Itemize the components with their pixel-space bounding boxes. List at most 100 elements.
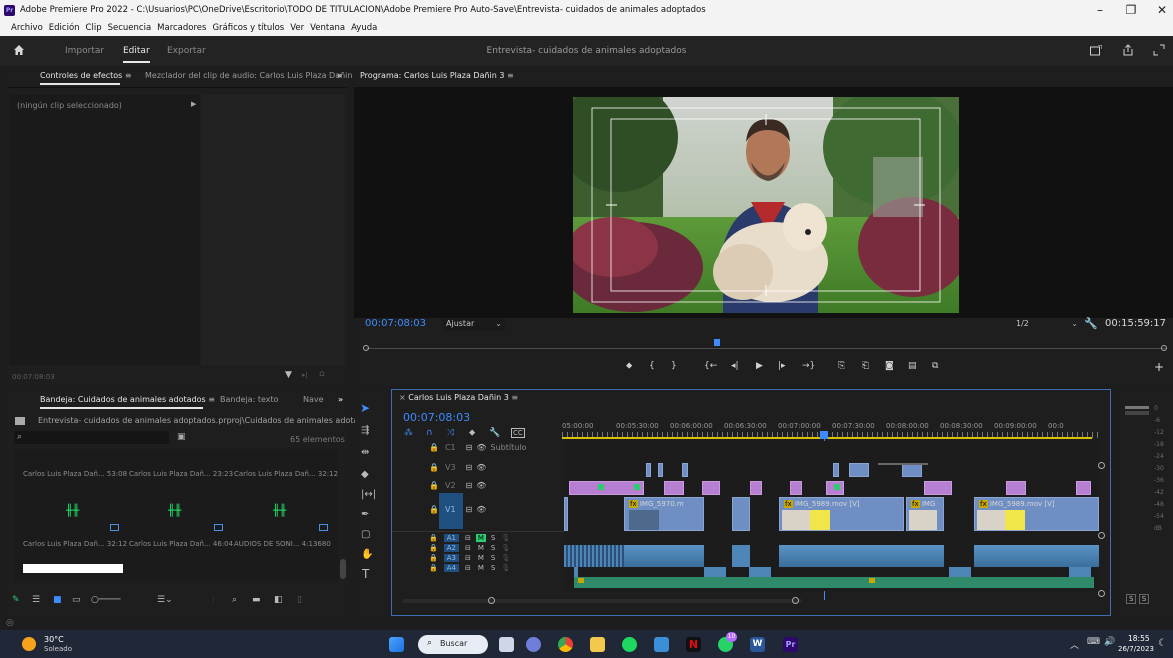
bin-item[interactable]: Carlos Luis Plaza Dañ... 23:23 — [129, 470, 233, 478]
menu-item-7[interactable]: Ventana — [310, 23, 345, 33]
notifications-icon[interactable]: ☾ — [1158, 638, 1167, 649]
program-scrubber[interactable] — [366, 348, 1166, 349]
icon-view-icon[interactable]: ■ — [53, 595, 62, 605]
solo-button[interactable]: S — [491, 564, 495, 572]
add-marker-tl-icon[interactable]: ⬥ — [469, 428, 475, 438]
panel-overflow-icon[interactable]: » — [337, 71, 342, 80]
menu-item-8[interactable]: Ayuda — [351, 23, 377, 33]
menu-item-0[interactable]: Archivo — [11, 23, 43, 33]
v-scroll-handle[interactable] — [1098, 462, 1105, 469]
track-header-a1[interactable]: 🔒 A1 ⊟ M S 🎙 — [429, 534, 510, 542]
mute-button[interactable]: M — [476, 554, 486, 562]
lock-icon[interactable]: 🔒 — [429, 554, 438, 562]
volume-icon[interactable]: 🔊 — [1104, 637, 1115, 647]
spotify-icon[interactable] — [622, 637, 637, 652]
premiere-taskbar-icon[interactable]: Pr — [783, 637, 798, 652]
bin-scrollbar[interactable] — [340, 559, 346, 579]
task-view-icon[interactable] — [499, 637, 514, 652]
mic-icon[interactable]: 🎙 — [501, 564, 510, 572]
menu-item-5[interactable]: Gráficos y títulos — [212, 23, 284, 33]
tracks-area[interactable]: fx IMG_5970.m fx IMG_5989.mov [V] fx IMG… — [564, 441, 1099, 591]
project-search-input[interactable]: ⌕ — [14, 431, 169, 444]
track-header-a3[interactable]: 🔒 A3 ⊟ M S 🎙 — [429, 554, 510, 562]
wrench-icon[interactable]: 🔧 — [1084, 317, 1098, 330]
clock-time[interactable]: 18:55 — [1128, 634, 1150, 643]
lock-icon[interactable]: 🔒 — [429, 564, 438, 572]
solo-button[interactable]: S — [491, 554, 495, 562]
tab-navigator[interactable]: Nave — [303, 395, 324, 404]
tl-scroll-handle[interactable] — [1098, 590, 1105, 597]
pen-tool-icon[interactable]: ✒ — [361, 509, 369, 520]
bin-item[interactable]: Carlos Luis Plaza Dañ... 32:12 — [23, 540, 127, 548]
timeline-timecode[interactable]: 00:07:08:03 — [403, 411, 470, 424]
netflix-icon[interactable]: N — [686, 637, 701, 652]
restore-button[interactable]: ❐ — [1124, 3, 1138, 17]
razor-tool-icon[interactable]: ◆ — [361, 469, 369, 480]
quick-export-icon[interactable] — [1090, 45, 1102, 56]
ripple-edit-icon[interactable]: ⇹ — [361, 447, 369, 458]
chat-icon[interactable] — [526, 637, 541, 652]
play-only-icon[interactable]: ▸| — [302, 371, 308, 379]
mute-button[interactable]: M — [476, 564, 486, 572]
h-scroll-right[interactable] — [792, 597, 799, 604]
time-ruler[interactable]: 05:00:00 00:05:30:00 00:06:00:00 00:06:30:0… — [562, 418, 1102, 439]
mute-button[interactable]: M — [475, 534, 486, 542]
tab-effect-controls[interactable]: Controles de efectos ≡ — [40, 71, 132, 85]
trash-icon[interactable]: ▯ — [297, 595, 302, 605]
rectangle-tool-icon[interactable]: ▢ — [361, 529, 370, 540]
white-clip-thumb[interactable] — [23, 564, 123, 573]
expand-arrow-icon[interactable]: ▶ — [191, 100, 196, 108]
lock-icon[interactable]: 🔒 — [429, 544, 438, 552]
track-header-a4[interactable]: 🔒 A4 ⊟ M S 🎙 — [429, 564, 510, 572]
mute-button[interactable]: M — [476, 544, 486, 552]
clock-date[interactable]: 26/7/2023 — [1118, 645, 1154, 653]
zoom-slider[interactable]: ○──── — [91, 595, 121, 605]
file-explorer-icon[interactable] — [590, 637, 605, 652]
bin-item[interactable]: Carlos Luis Plaza Dañ... 46:04 — [129, 540, 233, 548]
close-button[interactable]: ✕ — [1155, 3, 1169, 17]
taskbar-search[interactable]: ⌕ Buscar — [418, 635, 488, 654]
fullscreen-icon[interactable] — [1153, 44, 1165, 56]
a-scroll-handle[interactable] — [1098, 532, 1105, 539]
add-marker-icon[interactable]: ⬥ — [626, 361, 632, 371]
tray-chevron-icon[interactable]: ︿ — [1070, 638, 1079, 651]
go-to-out-icon[interactable]: →} — [802, 361, 815, 371]
h-scroll-left[interactable] — [488, 597, 495, 604]
settings-wrench-icon[interactable]: 🔧 — [489, 428, 500, 438]
camera-icon[interactable]: ◙ — [885, 361, 894, 371]
export-frame-icon[interactable]: ⌂ — [319, 369, 325, 379]
captions-icon[interactable]: CC — [511, 428, 525, 438]
store-icon[interactable] — [654, 637, 669, 652]
step-back-icon[interactable]: ◂| — [731, 361, 739, 371]
bin-item[interactable]: AUDIOS DE SONI... 4:13680 — [234, 540, 331, 548]
mic-icon[interactable]: 🎙 — [501, 534, 510, 542]
menu-item-3[interactable]: Secuencia — [108, 23, 152, 33]
track-header-a2[interactable]: 🔒 A2 ⊟ M S 🎙 — [429, 544, 510, 552]
snap-icon[interactable]: ∩ — [426, 428, 433, 438]
proxy-toggle-icon[interactable]: ⧉ — [932, 361, 938, 371]
tab-sequence[interactable]: × Carlos Luis Plaza Dañin 3 ≡ — [399, 393, 518, 402]
list-view-icon[interactable]: ☰ — [32, 595, 40, 605]
share-icon[interactable] — [1122, 44, 1134, 56]
add-button-icon[interactable]: + — [1154, 360, 1164, 374]
tab-audio-clip-mixer[interactable]: Mezclador del clip de audio: Carlos Luis… — [145, 71, 352, 80]
freeform-view-icon[interactable]: ▭ — [72, 595, 81, 605]
new-bin-icon[interactable]: ▣ — [177, 432, 186, 442]
mic-icon[interactable]: 🎙 — [501, 554, 510, 562]
menu-item-1[interactable]: Edición — [49, 23, 80, 33]
go-to-in-icon[interactable]: {← — [704, 361, 717, 371]
mark-out-icon[interactable]: } — [671, 361, 677, 371]
slip-tool-icon[interactable]: |↔| — [361, 489, 376, 500]
automate-icon[interactable]: ⫶ — [212, 595, 214, 605]
chrome-icon[interactable] — [558, 637, 573, 652]
step-forward-icon[interactable]: |▸ — [778, 361, 786, 371]
scrub-end-handle[interactable] — [1161, 345, 1167, 351]
filter-icon[interactable]: ▼ — [285, 370, 292, 380]
comparison-view-icon[interactable]: ▤ — [908, 361, 917, 371]
pencil-icon[interactable]: ✎ — [12, 595, 20, 605]
track-header-v3[interactable]: 🔒 V3 ⊟ 👁 — [429, 463, 486, 472]
weather-temp[interactable]: 30°C — [44, 635, 64, 644]
solo-button[interactable]: S — [491, 544, 495, 552]
nest-icon[interactable]: ⁂ — [404, 428, 413, 438]
network-icon[interactable]: ⌨ — [1087, 637, 1100, 647]
